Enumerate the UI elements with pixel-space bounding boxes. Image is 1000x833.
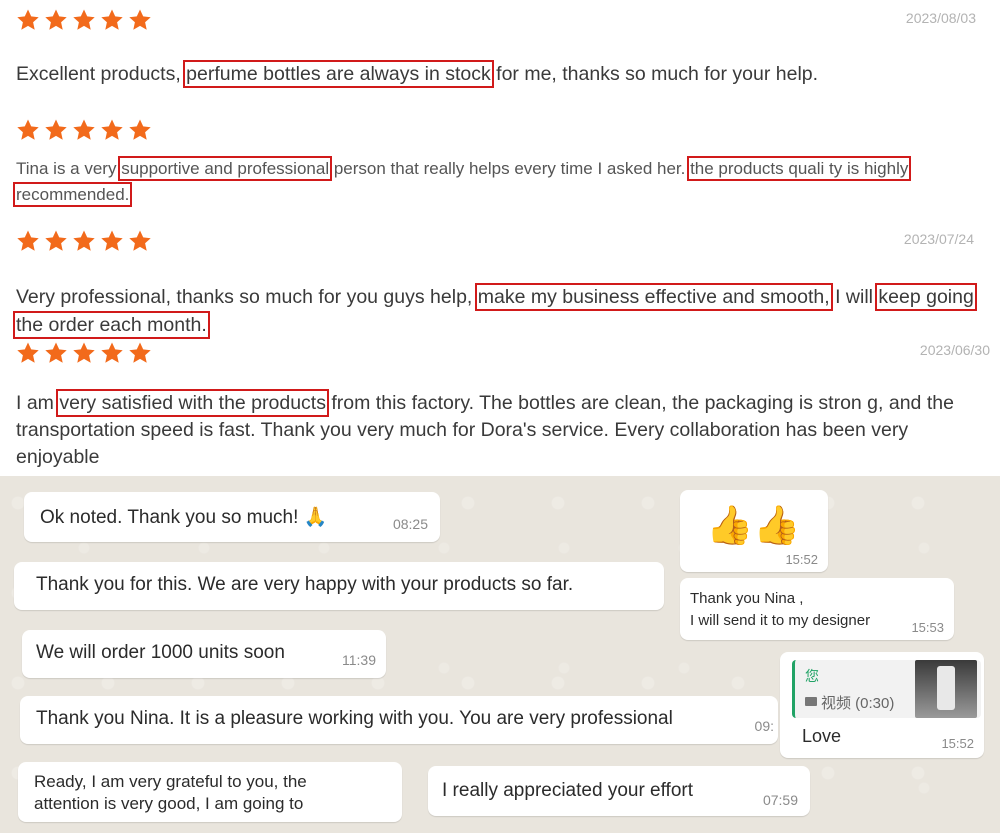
highlighted-phrase: perfume bottles are always in stock: [183, 60, 494, 88]
message-text: Thank you for this. We are very happy wi…: [36, 574, 574, 595]
review-date: 2023/08/03: [905, 10, 976, 26]
chat-bubble-incoming: Thank you Nina. It is a pleasure working…: [20, 696, 778, 744]
star-icon: [129, 119, 151, 140]
message-text: Ok noted. Thank you so much! 🙏: [40, 507, 328, 528]
review-text: Tina is a very supportive and profession…: [12, 156, 940, 208]
chat-bubble-incoming: Ok noted. Thank you so much! 🙏 08:25: [24, 492, 440, 542]
review-text: I am very satisfied with the products fr…: [16, 389, 986, 471]
message-text: Love: [802, 726, 842, 746]
star-rating: [16, 8, 152, 32]
review-text-segment: person that really helps every time I as…: [329, 159, 691, 178]
star-icon: [45, 342, 67, 363]
highlighted-phrase: supportive and professional: [118, 156, 333, 181]
message-time: 08:25: [392, 516, 428, 532]
star-icon: [45, 119, 67, 140]
message-text: Thank you Nina. It is a pleasure working…: [36, 708, 673, 729]
chat-bubble-outgoing: Thank you Nina , I will send it to my de…: [680, 578, 954, 640]
star-icon: [101, 230, 123, 251]
review-text-segment: I am: [16, 392, 60, 414]
quote-sender: 您: [805, 668, 819, 684]
message-text: Ready, I am very grateful to you, the at…: [34, 772, 307, 813]
review-text: Very professional, thanks so much for yo…: [13, 283, 977, 339]
star-icon: [17, 9, 39, 30]
highlighted-phrase: make my business effective and smooth,: [474, 283, 833, 311]
message-time: 15:52: [941, 736, 974, 751]
star-rating: [16, 341, 152, 365]
star-icon: [17, 342, 39, 363]
message-time: 07:59: [762, 792, 798, 808]
video-icon: [805, 697, 817, 706]
chat-panel: Ok noted. Thank you so much! 🙏 08:25 Tha…: [0, 476, 1000, 833]
message-time: 11:39: [342, 652, 376, 668]
review-text-segment: for me, thanks so much for your help.: [490, 63, 819, 85]
message-time: 09:: [754, 718, 774, 734]
star-icon: [73, 342, 95, 363]
star-icon: [17, 119, 39, 140]
star-icon: [73, 230, 95, 251]
review-1: 2023/08/03 Excellent products, perfume b…: [0, 0, 1000, 110]
star-icon: [73, 119, 95, 140]
video-thumbnail: [915, 660, 977, 718]
star-icon: [129, 342, 151, 363]
message-text: Thank you Nina , I will send it to my de…: [690, 590, 871, 629]
review-text-segment: Tina is a very: [16, 159, 122, 178]
review-2: Tina is a very supportive and profession…: [0, 110, 1000, 222]
star-rating: [16, 229, 152, 253]
review-3: 2023/07/24 Very professional, thanks so …: [0, 222, 1000, 342]
star-icon: [45, 230, 67, 251]
highlighted-phrase: very satisfied with the products: [56, 389, 329, 417]
review-date: 2023/07/24: [903, 231, 974, 247]
review-text-segment: Very professional, thanks so much for yo…: [16, 286, 478, 308]
quote-media: 视频 (0:30): [821, 695, 895, 712]
chat-bubble-incoming: Ready, I am very grateful to you, the at…: [18, 762, 402, 822]
review-text: Excellent products, perfume bottles are …: [16, 60, 986, 88]
message-text: We will order 1000 units soon: [36, 642, 285, 663]
star-icon: [101, 9, 123, 30]
review-text-segment: Excellent products,: [16, 63, 187, 85]
star-icon: [17, 230, 39, 251]
chat-bubble-incoming: Thank you for this. We are very happy wi…: [14, 562, 664, 610]
chat-bubble-outgoing: 👍👍 15:52: [680, 490, 828, 572]
perfume-bottle-icon: [937, 666, 955, 710]
chat-bubble-incoming: I really appreciated your effort 07:59: [428, 766, 810, 816]
message-text: I really appreciated your effort: [442, 780, 694, 801]
chat-bubble-outgoing: 您 视频 (0:30) Love 15:52: [780, 652, 984, 758]
star-icon: [129, 230, 151, 251]
quoted-message[interactable]: 您 视频 (0:30): [792, 660, 981, 718]
review-date: 2023/06/30: [919, 342, 990, 358]
star-icon: [101, 342, 123, 363]
chat-bubble-incoming: We will order 1000 units soon 11:39: [22, 630, 386, 678]
thumbs-up-icon: 👍👍: [706, 505, 801, 547]
star-icon: [45, 9, 67, 30]
star-rating: [16, 118, 152, 142]
review-text-segment: I will: [829, 286, 879, 308]
message-time: 15:53: [911, 620, 944, 635]
star-icon: [101, 119, 123, 140]
review-4: 2023/06/30 I am very satisfied with the …: [0, 340, 1000, 476]
star-icon: [73, 9, 95, 30]
star-icon: [129, 9, 151, 30]
message-time: 15:52: [785, 552, 818, 567]
